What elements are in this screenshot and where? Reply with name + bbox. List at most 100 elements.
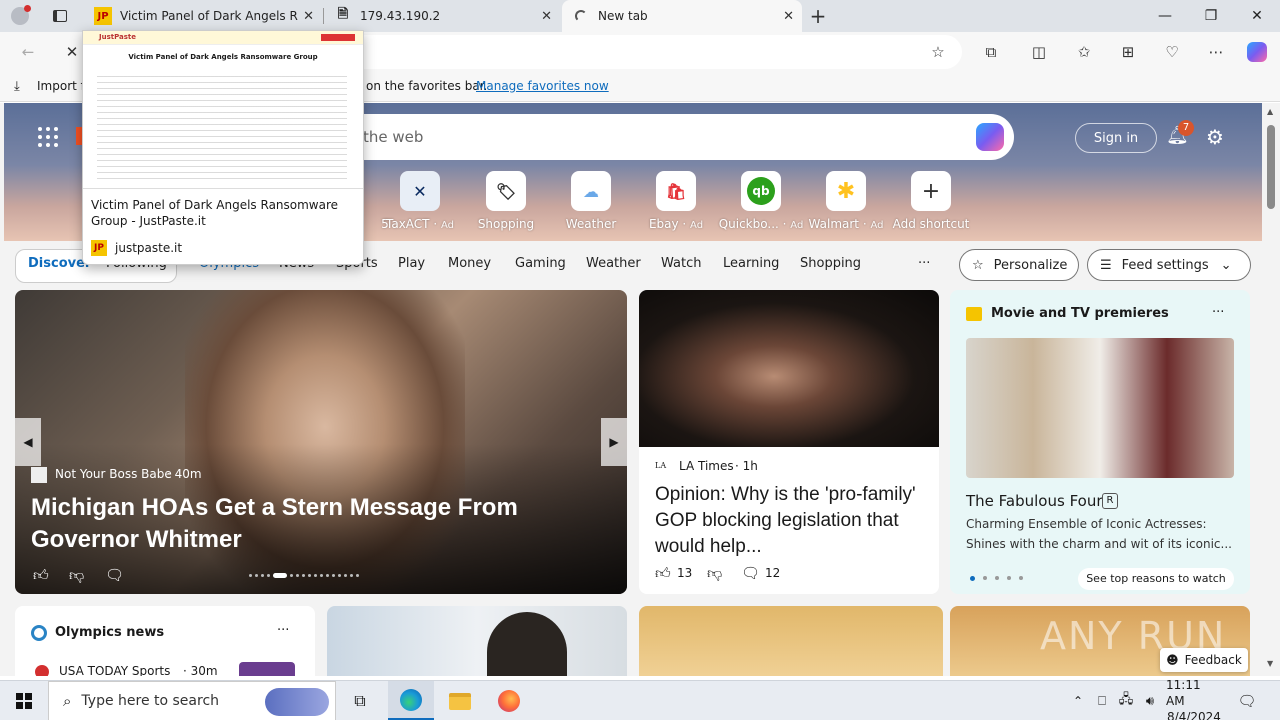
extensions-icon[interactable]: ⧉ — [979, 40, 1003, 64]
taskbar-search-box[interactable]: ⌕ Type here to search — [48, 681, 336, 720]
page-scrollbar[interactable]: ▲ ▼ — [1262, 103, 1280, 676]
shortcut-weather[interactable]: ☁ Weather — [548, 171, 634, 231]
tab-hover-preview: JustPaste Victim Panel of Dark Angels Ra… — [82, 30, 364, 265]
nav-learning[interactable]: Learning — [723, 256, 779, 271]
minimize-button[interactable]: — — [1142, 0, 1188, 32]
shortcut-label: Weather — [565, 217, 617, 231]
story-card-portrait-1[interactable] — [639, 606, 943, 676]
taxact-icon: ✕ — [400, 171, 440, 211]
main-story-card[interactable]: ◀ ▶ Not Your Boss Babe · 40m Michigan HO… — [15, 290, 627, 594]
notification-count-badge: 7 — [1178, 120, 1194, 136]
nav-weather[interactable]: Weather — [586, 256, 641, 271]
tab-title: New tab — [598, 9, 648, 23]
shortcut-label: Walmart — [808, 217, 859, 231]
story-card-portrait-2[interactable]: ANY RUN ☻ Feedback — [950, 606, 1250, 676]
shortcut-walmart[interactable]: ✱ Walmart · Ad — [803, 171, 889, 231]
start-button[interactable] — [0, 681, 48, 720]
dislike-icon[interactable]: 👎︎ — [69, 566, 84, 585]
ad-label: Ad — [790, 220, 804, 231]
opinion-story-card[interactable]: LA LA Times · 1h Opinion: Why is the 'pr… — [639, 290, 939, 594]
nav-gaming[interactable]: Gaming — [515, 256, 566, 271]
favorites-icon[interactable]: ✩ — [1072, 40, 1096, 64]
tab-new-tab[interactable]: New tab ✕ — [562, 0, 802, 32]
carousel-next-button[interactable]: ▶ — [601, 418, 627, 466]
network-icon[interactable]: 🖧︎ — [1116, 681, 1136, 720]
split-screen-icon[interactable]: ◫ — [1027, 40, 1051, 64]
web-search-box[interactable]: the web — [259, 114, 1014, 160]
comment-icon[interactable]: 🗨︎ — [105, 566, 124, 584]
firefox-icon[interactable] — [486, 681, 532, 720]
back-icon[interactable]: ← — [16, 40, 40, 64]
olympics-news-card[interactable]: Olympics news ··· USA TODAY Sports · 30m — [15, 606, 315, 676]
scrollbar-thumb[interactable] — [1267, 125, 1275, 209]
file-explorer-icon[interactable] — [437, 681, 483, 720]
justpaste-favicon-icon: JP — [91, 240, 107, 256]
tab-actions-icon[interactable] — [48, 4, 72, 28]
nav-play[interactable]: Play — [398, 256, 425, 271]
clock-time: 11:11 AM — [1166, 678, 1201, 708]
close-tab-icon[interactable]: ✕ — [783, 9, 794, 24]
scroll-up-icon[interactable]: ▲ — [1267, 107, 1273, 116]
shortcut-ebay[interactable]: 🛍︎ Ebay · Ad — [633, 171, 719, 231]
dislike-icon[interactable]: 👎︎ — [707, 564, 722, 583]
news-source: USA TODAY Sports — [59, 664, 171, 676]
premieres-card[interactable]: Movie and TV premieres ··· The Fabulous … — [950, 290, 1250, 594]
shortcut-quickbooks[interactable]: qb Quickbo... · Ad — [718, 171, 804, 231]
scroll-down-icon[interactable]: ▼ — [1267, 659, 1273, 668]
feed-settings-button[interactable]: ☰ Feed settings ⌄ — [1087, 249, 1251, 281]
nav-shopping[interactable]: Shopping — [800, 256, 861, 271]
sign-in-button[interactable]: Sign in — [1075, 123, 1157, 153]
add-shortcut-button[interactable]: + Add shortcut — [888, 171, 974, 231]
device-icon[interactable]: ⎕ — [1092, 681, 1112, 720]
like-icon[interactable]: 👍︎ — [655, 564, 671, 583]
preview-domain: justpaste.it — [115, 241, 183, 255]
apps-grid-icon[interactable] — [38, 127, 58, 147]
feedback-button[interactable]: ☻ Feedback — [1160, 648, 1248, 672]
sliders-icon: ☰ — [1100, 257, 1112, 273]
story-card-pharmacy[interactable] — [327, 606, 627, 676]
clock[interactable]: 11:11 AM 8/4/2024 — [1166, 678, 1222, 720]
manage-favorites-link[interactable]: Manage favorites now — [476, 79, 609, 93]
copilot-icon[interactable] — [1245, 40, 1269, 64]
import-favorites-link[interactable]: Import f — [37, 79, 85, 93]
story-headline[interactable]: Michigan HOAs Get a Stern Message From G… — [31, 492, 621, 556]
see-reasons-button[interactable]: See top reasons to watch — [1078, 568, 1234, 590]
restore-button[interactable]: ❐ — [1188, 0, 1234, 32]
volume-icon[interactable]: 🔊︎ — [1140, 681, 1160, 720]
tab-ip[interactable]: 🗎 179.43.190.2 ✕ — [324, 0, 560, 32]
task-view-icon[interactable]: ⧉ — [338, 681, 382, 720]
comment-icon[interactable]: 🗨︎ — [741, 564, 760, 582]
notification-center-icon[interactable]: 🗨︎ — [1234, 681, 1260, 720]
shortcut-shopping[interactable]: 🏷︎ Shopping — [463, 171, 549, 231]
edge-taskbar-icon[interactable] — [388, 681, 434, 720]
stop-loading-icon[interactable]: ✕ — [60, 40, 84, 64]
browser-essentials-icon[interactable]: ♡ — [1160, 40, 1184, 64]
like-count: 13 — [677, 566, 693, 580]
nav-more-icon[interactable]: ··· — [918, 256, 930, 271]
close-tab-icon[interactable]: ✕ — [541, 9, 552, 24]
nav-watch[interactable]: Watch — [661, 256, 701, 271]
story-image — [487, 612, 567, 676]
story-time: · 40m — [167, 467, 202, 481]
import-favorites-icon[interactable]: ⤓ — [14, 79, 20, 94]
carousel-prev-button[interactable]: ◀ — [15, 418, 41, 466]
collections-icon[interactable]: ⊞ — [1116, 40, 1140, 64]
show-title[interactable]: The Fabulous Four — [966, 492, 1103, 510]
card-more-icon[interactable]: ··· — [1212, 305, 1224, 320]
shortcut-taxact[interactable]: ✕ TaxACT · Ad — [377, 171, 463, 231]
show-hidden-icons[interactable]: ⌃ — [1068, 681, 1088, 720]
close-window-button[interactable]: ✕ — [1234, 0, 1280, 32]
page-settings-gear-icon[interactable]: ⚙ — [1206, 125, 1230, 149]
new-tab-button[interactable]: + — [806, 4, 830, 28]
like-icon[interactable]: 👍︎ — [33, 566, 49, 585]
profile-icon[interactable] — [8, 4, 32, 28]
settings-more-icon[interactable]: ⋯ — [1204, 40, 1228, 64]
close-tab-icon[interactable]: ✕ — [303, 9, 314, 24]
personalize-button[interactable]: ☆ Personalize — [959, 249, 1079, 281]
tab-justpaste[interactable]: JP Victim Panel of Dark Angels Rans ✕ — [84, 0, 322, 32]
story-headline[interactable]: Opinion: Why is the 'pro-family' GOP blo… — [655, 482, 927, 560]
card-more-icon[interactable]: ··· — [277, 623, 289, 638]
nav-money[interactable]: Money — [448, 256, 491, 271]
favorite-star-icon[interactable]: ☆ — [926, 40, 950, 64]
copilot-search-icon[interactable] — [976, 123, 1004, 151]
